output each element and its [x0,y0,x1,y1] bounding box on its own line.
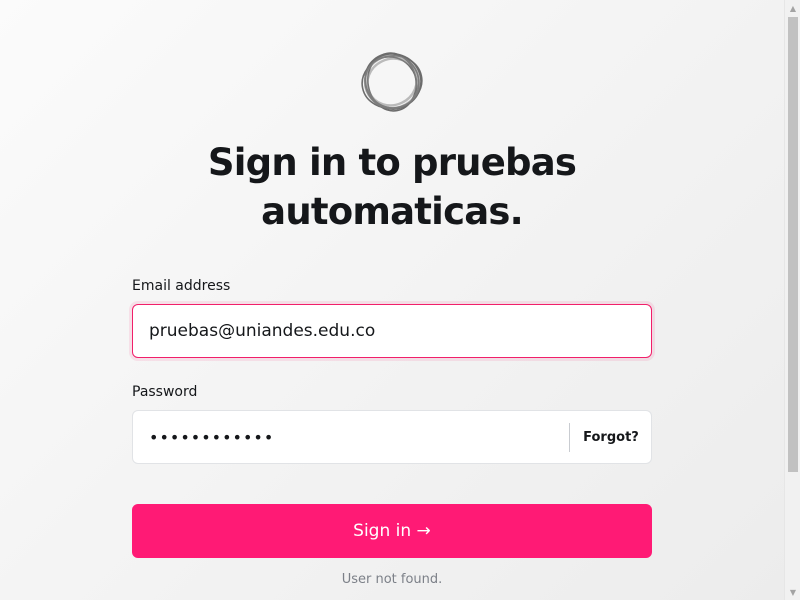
password-field[interactable] [133,411,569,463]
ghost-ring-logo-icon [358,50,426,114]
signin-page: Sign in to pruebas automaticas. Email ad… [0,0,784,600]
email-field[interactable] [133,305,651,357]
scrollbar-thumb[interactable] [788,17,798,472]
password-label: Password [132,384,198,400]
page-title: Sign in to pruebas automaticas. [207,141,577,233]
scroll-down-arrow-icon[interactable]: ▼ [785,584,800,600]
vertical-scrollbar[interactable]: ▲ ▼ [784,0,800,600]
email-label: Email address [132,278,231,294]
password-field-container: Forgot? [132,410,652,464]
forgot-password-button[interactable]: Forgot? [570,411,652,463]
sign-in-button[interactable]: Sign in → [132,504,652,558]
email-field-container [132,304,652,358]
scroll-up-arrow-icon[interactable]: ▲ [785,0,800,16]
status-message: User not found. [341,572,443,587]
